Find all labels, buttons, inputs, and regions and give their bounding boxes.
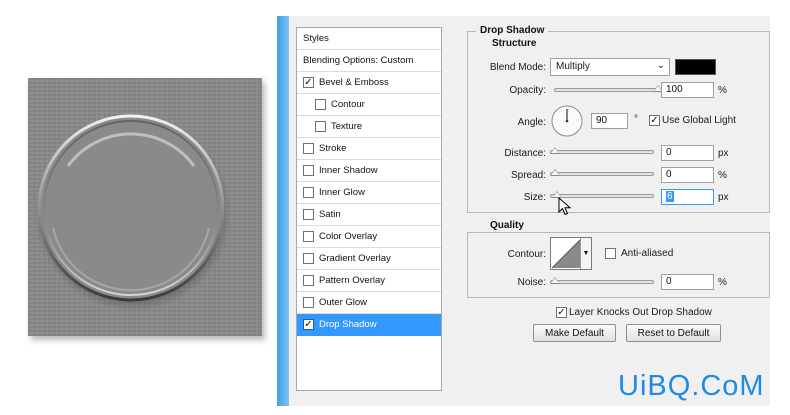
style-item-contour[interactable]: Contour bbox=[297, 94, 441, 116]
blend-mode-select[interactable]: Multiply ⌄ bbox=[550, 58, 670, 76]
layer-knocks-out-toggle[interactable]: ✓ Layer Knocks Out Drop Shadow bbox=[556, 307, 712, 318]
style-item-label: Stroke bbox=[319, 143, 347, 154]
size-label: Size: bbox=[523, 192, 546, 203]
noise-label: Noise: bbox=[517, 277, 546, 288]
distance-slider-track[interactable] bbox=[550, 150, 654, 154]
size-input[interactable]: 6 bbox=[661, 189, 714, 205]
style-item-label: Satin bbox=[319, 209, 341, 220]
structure-title: Structure bbox=[488, 38, 541, 49]
style-item-label: Pattern Overlay bbox=[319, 275, 385, 286]
size-unit: px bbox=[718, 192, 729, 203]
anti-aliased-toggle[interactable]: Anti-aliased bbox=[605, 248, 673, 259]
style-checkbox-stroke[interactable] bbox=[303, 143, 314, 154]
style-item-inner-glow[interactable]: Inner Glow bbox=[297, 182, 441, 204]
style-checkbox-contour[interactable] bbox=[315, 99, 326, 110]
style-checkbox-inner-glow[interactable] bbox=[303, 187, 314, 198]
style-checkbox-color-overlay[interactable] bbox=[303, 231, 314, 242]
blend-mode-label: Blend Mode: bbox=[489, 62, 546, 73]
style-checkbox-satin[interactable] bbox=[303, 209, 314, 220]
make-default-button[interactable]: Make Default bbox=[533, 324, 616, 342]
noise-slider-track[interactable] bbox=[550, 280, 654, 284]
angle-dial[interactable] bbox=[550, 104, 584, 138]
styles-list: Styles Blending Options: Custom ✓ Bevel & … bbox=[296, 27, 442, 391]
spread-slider-track[interactable] bbox=[550, 172, 654, 176]
style-item-inner-shadow[interactable]: Inner Shadow bbox=[297, 160, 441, 182]
use-global-light-checkbox[interactable]: ✓ bbox=[649, 115, 660, 126]
distance-input[interactable]: 0 bbox=[661, 145, 714, 161]
style-item-label: Gradient Overlay bbox=[319, 253, 391, 264]
style-checkbox-gradient-overlay[interactable] bbox=[303, 253, 314, 264]
style-item-drop-shadow[interactable]: ✓ Drop Shadow bbox=[297, 314, 441, 336]
contour-dropdown-arrow-icon[interactable]: ▼ bbox=[580, 238, 591, 269]
layer-knocks-out-checkbox[interactable]: ✓ bbox=[556, 307, 567, 318]
use-global-light-toggle[interactable]: ✓ Use Global Light bbox=[649, 115, 736, 126]
style-item-label: Drop Shadow bbox=[319, 319, 377, 330]
preview-canvas bbox=[28, 78, 262, 336]
spread-slider-thumb[interactable] bbox=[550, 169, 560, 176]
opacity-unit: % bbox=[718, 85, 727, 96]
style-item-texture[interactable]: Texture bbox=[297, 116, 441, 138]
contour-picker[interactable]: ▼ bbox=[550, 237, 592, 270]
style-item-stroke[interactable]: Stroke bbox=[297, 138, 441, 160]
contour-linear-icon bbox=[551, 239, 581, 269]
quality-title: Quality bbox=[486, 220, 528, 231]
style-item-gradient-overlay[interactable]: Gradient Overlay bbox=[297, 248, 441, 270]
button-body bbox=[37, 114, 225, 302]
style-checkbox-outer-glow[interactable] bbox=[303, 297, 314, 308]
style-checkbox-drop-shadow[interactable]: ✓ bbox=[303, 319, 314, 330]
angle-input[interactable]: 90 bbox=[591, 113, 628, 129]
angle-label: Angle: bbox=[517, 117, 546, 128]
spread-label: Spread: bbox=[510, 170, 546, 181]
style-item-label: Outer Glow bbox=[319, 297, 368, 308]
style-item-bevel-emboss[interactable]: ✓ Bevel & Emboss bbox=[297, 72, 441, 94]
style-item-color-overlay[interactable]: Color Overlay bbox=[297, 226, 441, 248]
style-checkbox-texture[interactable] bbox=[315, 121, 326, 132]
quality-group bbox=[467, 232, 770, 298]
distance-label: Distance: bbox=[504, 148, 546, 159]
drop-shadow-title: Drop Shadow bbox=[476, 25, 549, 36]
style-item-label: Inner Shadow bbox=[319, 165, 378, 176]
anti-aliased-label: Anti-aliased bbox=[621, 248, 674, 259]
shadow-color-swatch[interactable] bbox=[675, 59, 716, 75]
layer-knocks-out-label: Layer Knocks Out Drop Shadow bbox=[569, 307, 712, 318]
noise-input[interactable]: 0 bbox=[661, 274, 714, 290]
opacity-label: Opacity: bbox=[509, 85, 546, 96]
styles-header-label: Styles bbox=[303, 33, 329, 44]
distance-slider-thumb[interactable] bbox=[550, 147, 560, 154]
opacity-slider-track[interactable] bbox=[554, 88, 658, 92]
size-input-value: 6 bbox=[666, 191, 674, 202]
mouse-cursor-icon bbox=[558, 197, 572, 216]
style-item-satin[interactable]: Satin bbox=[297, 204, 441, 226]
style-item-outer-glow[interactable]: Outer Glow bbox=[297, 292, 441, 314]
noise-slider-thumb[interactable] bbox=[550, 277, 560, 284]
opacity-input[interactable]: 100 bbox=[661, 82, 714, 98]
styles-header[interactable]: Styles bbox=[297, 28, 441, 50]
angle-unit: ° bbox=[634, 114, 638, 125]
chevron-down-icon: ⌄ bbox=[656, 60, 665, 71]
style-item-blending-options-custom[interactable]: Blending Options: Custom bbox=[297, 50, 441, 72]
style-item-label: Bevel & Emboss bbox=[319, 77, 389, 88]
anti-aliased-checkbox[interactable] bbox=[605, 248, 616, 259]
contour-label: Contour: bbox=[507, 249, 546, 260]
style-item-label: Color Overlay bbox=[319, 231, 378, 242]
use-global-light-label: Use Global Light bbox=[662, 115, 736, 126]
reset-to-default-button[interactable]: Reset to Default bbox=[626, 324, 721, 342]
spread-unit: % bbox=[718, 170, 727, 181]
noise-unit: % bbox=[718, 277, 727, 288]
style-item-pattern-overlay[interactable]: Pattern Overlay bbox=[297, 270, 441, 292]
distance-unit: px bbox=[718, 148, 729, 159]
glass-button-preview bbox=[35, 114, 231, 311]
blend-mode-value: Multiply bbox=[556, 61, 590, 72]
style-item-label: Inner Glow bbox=[319, 187, 365, 198]
style-item-label: Texture bbox=[331, 121, 363, 132]
style-checkbox-bevel-emboss[interactable]: ✓ bbox=[303, 77, 314, 88]
watermark: UiBQ.CoM bbox=[618, 370, 765, 402]
spread-input[interactable]: 0 bbox=[661, 167, 714, 183]
style-checkbox-pattern-overlay[interactable] bbox=[303, 275, 314, 286]
style-item-label: Blending Options: Custom bbox=[303, 55, 414, 66]
style-item-label: Contour bbox=[331, 99, 365, 110]
window-edge bbox=[277, 16, 289, 406]
style-checkbox-inner-shadow[interactable] bbox=[303, 165, 314, 176]
